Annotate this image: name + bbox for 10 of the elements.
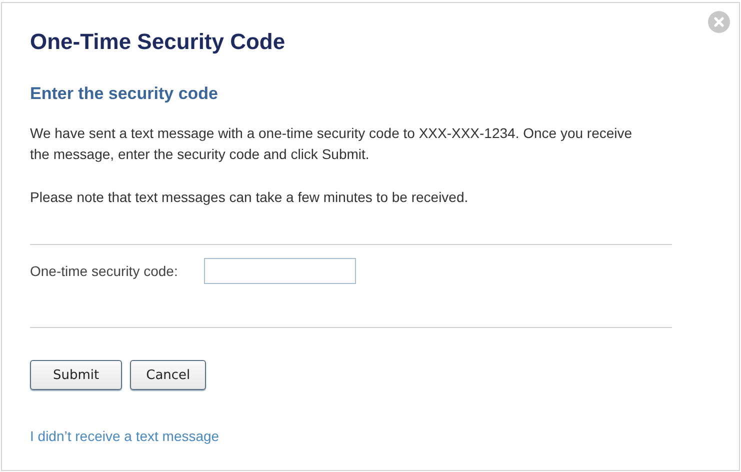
message-text: Please note that text messages can take a few minutes to be received.	[30, 188, 470, 207]
field-label: One-time security code:	[30, 263, 178, 279]
resend-link[interactable]: I didn’t receive a text message	[30, 428, 220, 444]
close-icon[interactable]	[708, 11, 730, 33]
cancel-button[interactable]: Cancel	[130, 360, 206, 390]
dialog-title: One-Time Security Code	[30, 28, 286, 56]
submit-button[interactable]: Submit	[30, 360, 122, 390]
section-heading: Enter the security code	[30, 83, 220, 105]
message-text: We have sent a text message with a one-time security code to XXX-XXX-1234. Once you receive the message, enter the security code and click Submit.	[30, 124, 634, 164]
security-code-field[interactable]	[204, 258, 356, 284]
